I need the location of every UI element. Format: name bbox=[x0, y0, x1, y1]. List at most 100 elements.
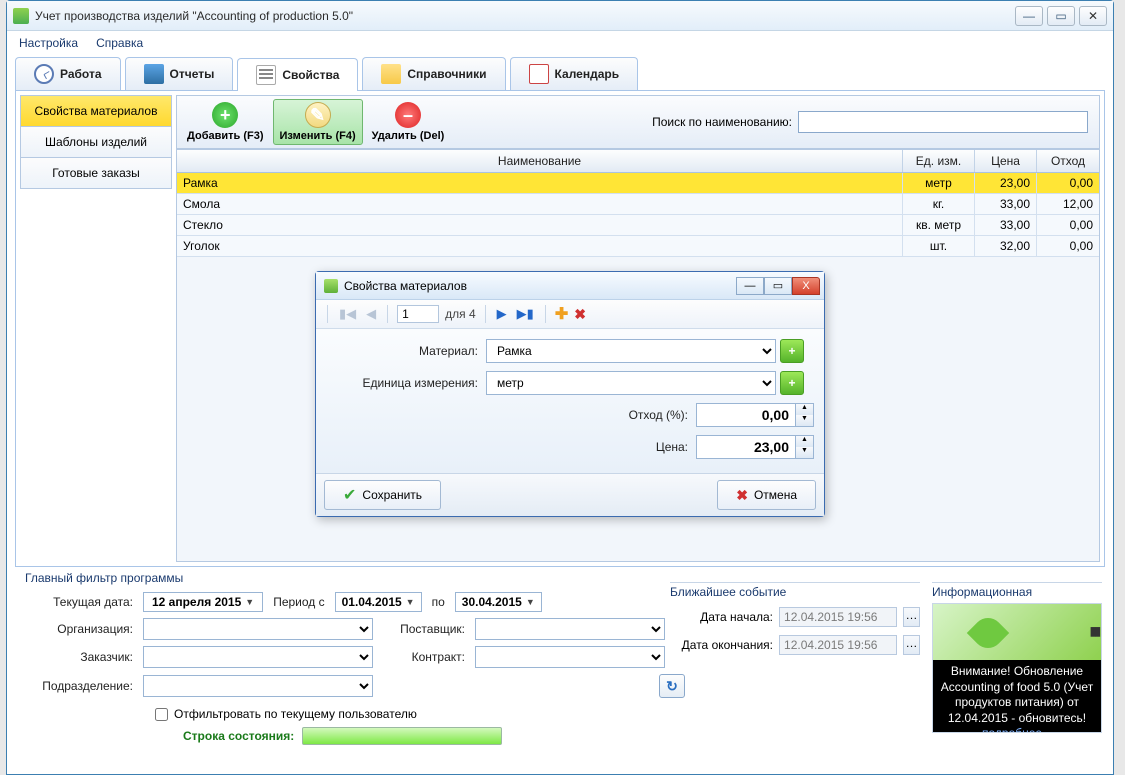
chevron-down-icon: ▼ bbox=[245, 597, 254, 607]
table-row[interactable]: Смолакг.33,0012,00 bbox=[177, 194, 1099, 215]
chart-icon bbox=[144, 64, 164, 84]
info-text: Внимание! Обновление Accounting of food … bbox=[933, 660, 1101, 733]
tab-reports[interactable]: Отчеты bbox=[125, 57, 234, 90]
cur-date-label: Текущая дата: bbox=[25, 595, 133, 609]
sidebar-item-material-props[interactable]: Свойства материалов bbox=[20, 95, 172, 127]
event-start-label: Дата начала: bbox=[670, 610, 773, 624]
material-add-button[interactable]: + bbox=[780, 339, 804, 363]
contract-label: Контракт: bbox=[383, 650, 465, 664]
table-row[interactable]: Уголокшт.32,000,00 bbox=[177, 236, 1099, 257]
org-combo[interactable] bbox=[143, 618, 373, 640]
event-start-input[interactable] bbox=[779, 607, 897, 627]
status-bar bbox=[302, 727, 502, 745]
filter-by-user-label: Отфильтровать по текущему пользователю bbox=[174, 707, 417, 721]
status-label: Строка состояния: bbox=[183, 729, 294, 743]
app-icon bbox=[13, 8, 29, 24]
contract-combo[interactable] bbox=[475, 646, 665, 668]
subdiv-label: Подразделение: bbox=[25, 679, 133, 693]
nav-last-icon[interactable]: ▶▮ bbox=[515, 306, 536, 322]
sidebar-item-templates[interactable]: Шаблоны изделий bbox=[20, 126, 172, 158]
cancel-icon: ✖ bbox=[736, 487, 748, 504]
event-end-input[interactable] bbox=[779, 635, 897, 655]
material-label: Материал: bbox=[326, 344, 486, 358]
delete-button[interactable]: –Удалить (Del) bbox=[365, 99, 452, 145]
material-select[interactable]: Рамка bbox=[486, 339, 776, 363]
search-label: Поиск по наименованию: bbox=[652, 115, 792, 129]
tab-directories[interactable]: Справочники bbox=[362, 57, 505, 90]
nav-next-icon[interactable]: ▶ bbox=[495, 306, 509, 322]
dialog-maximize-button[interactable]: ▭ bbox=[764, 277, 792, 295]
folder-icon bbox=[381, 64, 401, 84]
menubar: Настройка Справка bbox=[7, 31, 1113, 55]
refresh-button[interactable]: ↻ bbox=[659, 674, 685, 698]
waste-input[interactable] bbox=[696, 403, 796, 427]
event-start-browse[interactable]: … bbox=[903, 607, 920, 627]
nav-prev-icon[interactable]: ◀ bbox=[364, 306, 378, 322]
period-from-picker[interactable]: 01.04.2015▼ bbox=[335, 592, 422, 612]
dialog-close-button[interactable]: X bbox=[792, 277, 820, 295]
price-input[interactable] bbox=[696, 435, 796, 459]
waste-spinner[interactable]: ▲▼ bbox=[796, 403, 814, 427]
period-label: Период с bbox=[273, 595, 324, 609]
col-waste[interactable]: Отход bbox=[1037, 150, 1099, 172]
price-spinner[interactable]: ▲▼ bbox=[796, 435, 814, 459]
maximize-button[interactable]: ▭ bbox=[1047, 6, 1075, 26]
calendar-icon bbox=[529, 64, 549, 84]
unit-label: Единица измерения: bbox=[326, 376, 486, 390]
period-to-picker[interactable]: 30.04.2015▼ bbox=[455, 592, 542, 612]
table-row[interactable]: Стеклокв. метр33,000,00 bbox=[177, 215, 1099, 236]
check-icon: ✔ bbox=[343, 485, 356, 505]
window-title: Учет производства изделий "Accounting of… bbox=[35, 9, 353, 23]
tab-work[interactable]: Работа bbox=[15, 57, 121, 90]
toolbar: +Добавить (F3) ✎Изменить (F4) –Удалить (… bbox=[176, 95, 1100, 149]
pause-icon[interactable]: ▮▮ bbox=[1090, 624, 1099, 638]
cancel-button[interactable]: ✖Отмена bbox=[717, 480, 816, 510]
search-input[interactable] bbox=[798, 111, 1088, 133]
info-legend: Информационная bbox=[932, 585, 1102, 599]
nav-add-icon[interactable]: ✚ bbox=[555, 304, 568, 324]
dialog-title: Свойства материалов bbox=[344, 279, 467, 293]
price-label: Цена: bbox=[656, 440, 696, 454]
nav-first-icon[interactable]: ▮◀ bbox=[337, 306, 358, 322]
col-unit[interactable]: Ед. изм. bbox=[903, 150, 975, 172]
event-legend: Ближайшее событие bbox=[670, 585, 920, 599]
period-to-label: по bbox=[432, 595, 445, 609]
table-row[interactable]: Рамкаметр23,000,00 bbox=[177, 173, 1099, 194]
minimize-button[interactable]: — bbox=[1015, 6, 1043, 26]
save-button[interactable]: ✔Сохранить bbox=[324, 480, 441, 510]
info-more-link[interactable]: подробнее... bbox=[982, 726, 1052, 733]
titlebar: Учет производства изделий "Accounting of… bbox=[7, 1, 1113, 31]
unit-select[interactable]: метр bbox=[486, 371, 776, 395]
tab-calendar[interactable]: Календарь bbox=[510, 57, 639, 90]
edit-button[interactable]: ✎Изменить (F4) bbox=[273, 99, 363, 145]
filter-legend: Главный фильтр программы bbox=[25, 571, 685, 589]
sidebar-item-orders[interactable]: Готовые заказы bbox=[20, 157, 172, 189]
nav-delete-icon[interactable]: ✖ bbox=[574, 306, 586, 323]
info-panel: ▮▮ Внимание! Обновление Accounting of fo… bbox=[932, 603, 1102, 733]
supplier-combo[interactable] bbox=[475, 618, 665, 640]
unit-add-button[interactable]: + bbox=[780, 371, 804, 395]
subdiv-combo[interactable] bbox=[143, 675, 373, 697]
col-name[interactable]: Наименование bbox=[177, 150, 903, 172]
event-end-browse[interactable]: … bbox=[903, 635, 920, 655]
cur-date-picker[interactable]: 12 апреля 2015▼ bbox=[143, 592, 263, 612]
chevron-down-icon: ▼ bbox=[406, 597, 415, 607]
main-tabs: Работа Отчеты Свойства Справочники Кален… bbox=[15, 57, 1105, 91]
dialog-minimize-button[interactable]: — bbox=[736, 277, 764, 295]
nav-position-input[interactable] bbox=[397, 305, 439, 323]
plus-icon: + bbox=[212, 102, 238, 128]
org-label: Организация: bbox=[25, 622, 133, 636]
info-image bbox=[933, 604, 1101, 660]
col-price[interactable]: Цена bbox=[975, 150, 1037, 172]
material-props-dialog: Свойства материалов — ▭ X ▮◀ ◀ для 4 ▶ ▶… bbox=[315, 271, 825, 517]
minus-icon: – bbox=[395, 102, 421, 128]
filter-by-user-checkbox[interactable] bbox=[155, 708, 168, 721]
close-button[interactable]: ✕ bbox=[1079, 6, 1107, 26]
tab-properties[interactable]: Свойства bbox=[237, 58, 358, 91]
add-button[interactable]: +Добавить (F3) bbox=[180, 99, 271, 145]
menu-settings[interactable]: Настройка bbox=[19, 36, 78, 50]
event-end-label: Дата окончания: bbox=[670, 638, 773, 652]
chevron-down-icon: ▼ bbox=[526, 597, 535, 607]
customer-combo[interactable] bbox=[143, 646, 373, 668]
menu-help[interactable]: Справка bbox=[96, 36, 143, 50]
